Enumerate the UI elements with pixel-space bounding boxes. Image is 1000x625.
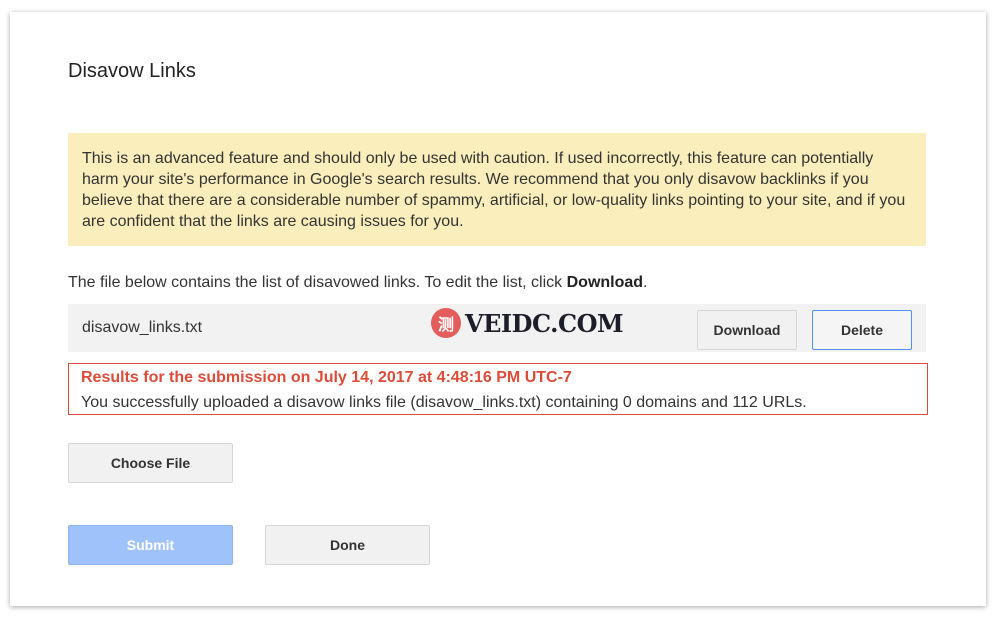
choose-file-button[interactable]: Choose File xyxy=(68,443,233,483)
done-button[interactable]: Done xyxy=(265,525,430,565)
instructions-text-main: The file below contains the list of disa… xyxy=(68,274,567,291)
watermark-text: VEIDC.COM xyxy=(465,308,624,338)
submit-button[interactable]: Submit xyxy=(68,525,233,565)
results-heading: Results for the submission on July 14, 2… xyxy=(81,369,572,386)
disavow-file-row: disavow_links.txt 测 VEIDC.COM Download D… xyxy=(68,304,926,352)
delete-button[interactable]: Delete xyxy=(812,310,912,350)
results-message: You successfully uploaded a disavow link… xyxy=(81,394,807,411)
submission-results-box: Results for the submission on July 14, 2… xyxy=(68,363,928,415)
watermark-logo: 测 VEIDC.COM xyxy=(431,308,624,338)
download-button[interactable]: Download xyxy=(697,310,797,350)
instructions-text: The file below contains the list of disa… xyxy=(68,274,648,292)
instructions-download-emphasis: Download xyxy=(566,274,644,291)
disavow-dialog: Disavow Links This is an advanced featur… xyxy=(10,12,986,606)
file-name: disavow_links.txt xyxy=(82,319,203,336)
caution-warning-box: This is an advanced feature and should o… xyxy=(68,133,926,246)
dialog-title: Disavow Links xyxy=(68,60,196,82)
watermark-badge: 测 xyxy=(431,308,461,338)
instructions-text-end: . xyxy=(643,274,648,291)
